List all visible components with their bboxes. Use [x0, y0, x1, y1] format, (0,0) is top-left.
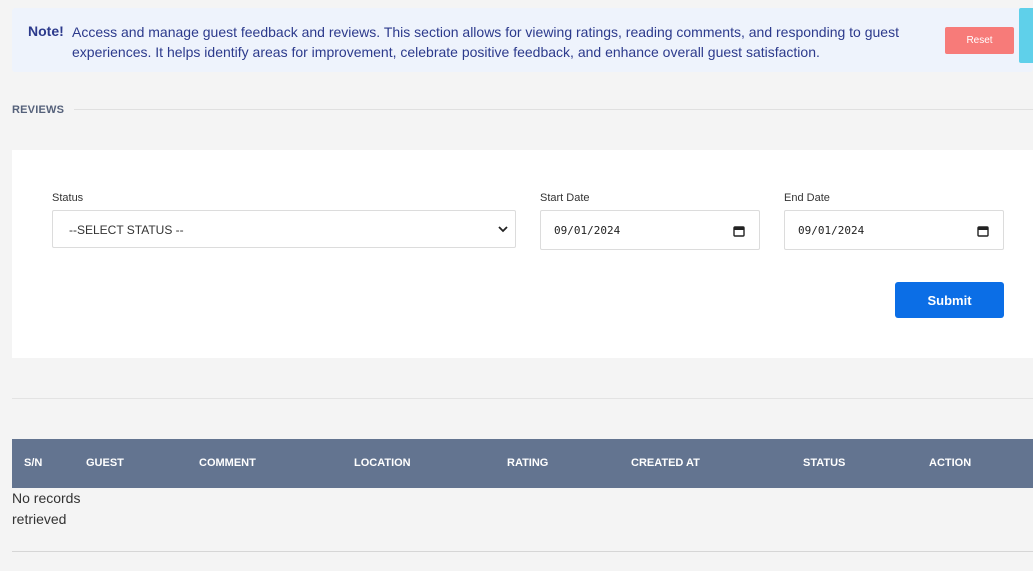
side-action-button[interactable] — [1019, 8, 1033, 63]
column-header-rating[interactable]: RATING — [507, 457, 548, 469]
column-header-action[interactable]: ACTION — [929, 457, 971, 469]
status-select[interactable]: --SELECT STATUS -- — [52, 210, 516, 248]
note-banner: Note! Access and manage guest feedback a… — [12, 8, 1033, 72]
submit-button[interactable]: Submit — [895, 282, 1004, 318]
status-select-value: --SELECT STATUS -- — [69, 223, 184, 237]
column-header-created-at[interactable]: CREATED AT — [631, 457, 700, 469]
content-divider — [12, 398, 1033, 399]
calendar-icon[interactable] — [977, 225, 989, 237]
end-date-value: 09/01/2024 — [798, 224, 865, 237]
section-divider — [74, 109, 1033, 110]
start-date-input[interactable]: 09/01/2024 — [540, 210, 760, 250]
chevron-down-icon — [498, 226, 508, 233]
start-date-value: 09/01/2024 — [554, 224, 621, 237]
status-label: Status — [52, 192, 84, 204]
filter-panel: Status --SELECT STATUS -- Start Date 09/… — [12, 150, 1033, 358]
note-label: Note! — [28, 23, 64, 39]
table-bottom-border — [12, 551, 1033, 552]
section-title: REVIEWS — [12, 104, 65, 116]
column-header-guest[interactable]: GUEST — [86, 457, 124, 469]
end-date-label: End Date — [784, 192, 830, 204]
column-header-status[interactable]: STATUS — [803, 457, 845, 469]
column-header-comment[interactable]: COMMENT — [199, 457, 256, 469]
reviews-table-header: S/N GUEST COMMENT LOCATION RATING CREATE… — [12, 439, 1033, 488]
column-header-location[interactable]: LOCATION — [354, 457, 411, 469]
note-text: Access and manage guest feedback and rev… — [72, 24, 899, 60]
column-header-sn[interactable]: S/N — [24, 457, 42, 469]
empty-table-message: No records retrieved — [12, 490, 81, 527]
end-date-input[interactable]: 09/01/2024 — [784, 210, 1004, 250]
start-date-label: Start Date — [540, 192, 590, 204]
calendar-icon[interactable] — [733, 225, 745, 237]
reset-button[interactable]: Reset — [945, 27, 1014, 54]
